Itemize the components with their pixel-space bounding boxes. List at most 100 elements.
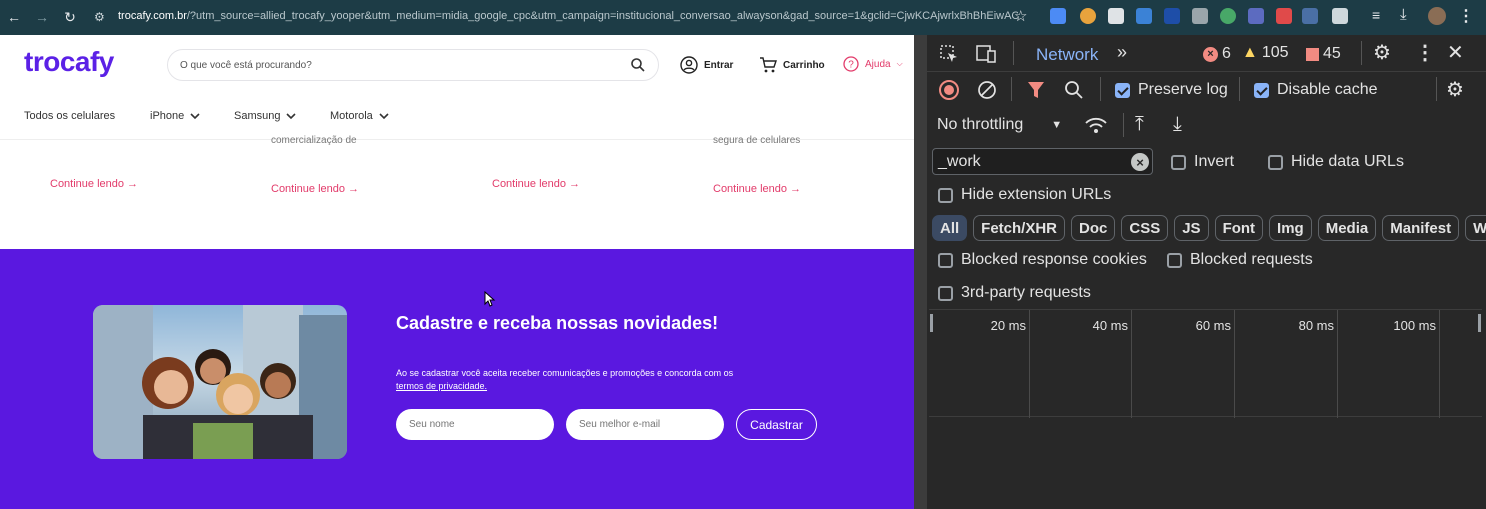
- hide-extension-row: Hide extension URLs: [927, 185, 1486, 207]
- extension-grid-icon[interactable]: [1108, 8, 1124, 24]
- download-icon[interactable]: ⤓: [1400, 6, 1407, 23]
- record-stop-icon[interactable]: [939, 80, 959, 100]
- menu-all-phones[interactable]: Todos os celulares: [24, 110, 115, 122]
- clear-filter-icon[interactable]: ×: [1131, 153, 1149, 171]
- type-filter-font[interactable]: Font: [1214, 215, 1264, 241]
- filter-input[interactable]: _work ×: [932, 148, 1153, 175]
- clear-log-icon[interactable]: [977, 80, 997, 100]
- extension-chrome-icon[interactable]: [1080, 8, 1096, 24]
- cart-button[interactable]: Carrinho: [759, 56, 825, 74]
- third-party-checkbox[interactable]: 3rd-party requests: [938, 284, 1091, 302]
- invert-checkbox[interactable]: Invert: [1171, 153, 1234, 171]
- site-info-icon[interactable]: ⚙: [94, 10, 105, 24]
- continue-reading-link[interactable]: Continue lendo →: [713, 183, 801, 195]
- type-filter-css[interactable]: CSS: [1121, 215, 1169, 241]
- type-filter-media[interactable]: Media: [1317, 215, 1377, 241]
- menu-iphone[interactable]: iPhone: [150, 110, 200, 122]
- hide-data-urls-checkbox[interactable]: Hide data URLs: [1268, 153, 1404, 171]
- extension-shield-icon[interactable]: [1276, 8, 1292, 24]
- extension-globe-icon[interactable]: [1220, 8, 1236, 24]
- timeline-right-handle[interactable]: [1478, 314, 1481, 332]
- url-path: /?utm_source=allied_trocafy_yooper&utm_m…: [186, 10, 1018, 22]
- forward-icon[interactable]: →: [30, 5, 54, 29]
- disable-cache-label: Disable cache: [1277, 81, 1378, 98]
- settings-gear-icon[interactable]: ⚙: [1373, 40, 1391, 65]
- search-icon[interactable]: [1064, 80, 1084, 100]
- subscribe-button[interactable]: Cadastrar: [736, 409, 817, 440]
- network-settings-icon[interactable]: ⚙: [1446, 77, 1464, 102]
- extensions-puzzle-icon[interactable]: [1332, 8, 1348, 24]
- checkbox-checked: [1254, 82, 1269, 98]
- inspect-element-icon[interactable]: [939, 44, 959, 64]
- site-logo[interactable]: trocafy: [24, 46, 114, 78]
- continue-reading-link[interactable]: Continue lendo →: [50, 178, 138, 190]
- blocked-cookies-checkbox[interactable]: Blocked response cookies: [938, 251, 1147, 269]
- disable-cache-checkbox[interactable]: Disable cache: [1254, 81, 1378, 99]
- bookmark-star-icon[interactable]: ☆: [1014, 7, 1027, 25]
- timeline-tick: 100 ms: [1393, 310, 1440, 418]
- browser-menu-icon[interactable]: ⋮: [1458, 6, 1474, 26]
- help-label: Ajuda: [865, 58, 891, 70]
- warning-count-badge[interactable]: ▲ 105: [1242, 44, 1289, 62]
- network-overview-timeline[interactable]: 20 ms 40 ms 60 ms 80 ms 100 ms: [929, 309, 1482, 418]
- type-filter-all[interactable]: All: [932, 215, 968, 241]
- type-filter-img[interactable]: Img: [1269, 215, 1312, 241]
- filter-value: _work: [938, 153, 981, 170]
- menu-motorola[interactable]: Motorola: [330, 110, 389, 122]
- import-har-icon[interactable]: ⤒: [1135, 113, 1144, 136]
- issues-count-badge[interactable]: 45: [1306, 45, 1341, 63]
- timeline-tick: 60 ms: [1196, 310, 1235, 418]
- profile-avatar[interactable]: [1428, 7, 1446, 25]
- checkbox-unchecked: [1167, 252, 1182, 268]
- device-toolbar-icon[interactable]: [975, 44, 997, 64]
- more-tabs-icon[interactable]: »: [1117, 42, 1127, 63]
- type-filter-js[interactable]: JS: [1174, 215, 1209, 241]
- devtools-splitter[interactable]: [914, 35, 927, 509]
- tick-label: 20 ms: [990, 318, 1026, 333]
- address-bar[interactable]: trocafy.com.br/?utm_source=allied_trocaf…: [118, 10, 1018, 22]
- preserve-log-checkbox[interactable]: Preserve log: [1115, 81, 1228, 99]
- name-field[interactable]: [396, 409, 554, 440]
- extension-calendar-icon[interactable]: [1302, 8, 1318, 24]
- type-filter-fetch-xhr[interactable]: Fetch/XHR: [973, 215, 1066, 241]
- tick-label: 100 ms: [1393, 318, 1436, 333]
- back-icon[interactable]: ←: [2, 5, 26, 29]
- search-icon[interactable]: [630, 57, 646, 73]
- login-button[interactable]: Entrar: [680, 56, 733, 74]
- customize-menu-icon[interactable]: ⋮: [1415, 40, 1435, 65]
- search-placeholder: O que você está procurando?: [180, 60, 312, 71]
- extension-pen-icon[interactable]: [1050, 8, 1066, 24]
- toolbar-separator: [1100, 77, 1101, 101]
- export-har-icon[interactable]: ⤓: [1173, 113, 1182, 136]
- extension-counter-icon[interactable]: [1248, 8, 1264, 24]
- timeline-left-handle[interactable]: [930, 314, 933, 332]
- type-filter-manifest[interactable]: Manifest: [1382, 215, 1460, 241]
- filter-icon[interactable]: [1027, 80, 1045, 100]
- extension-badge-icon[interactable]: [1164, 8, 1180, 24]
- reload-icon[interactable]: ↻: [58, 5, 82, 29]
- type-filter-doc[interactable]: Doc: [1071, 215, 1116, 241]
- extension-window-icon[interactable]: [1136, 8, 1152, 24]
- blocked-requests-checkbox[interactable]: Blocked requests: [1167, 251, 1313, 269]
- reading-list-icon[interactable]: ≡: [1372, 7, 1380, 23]
- network-conditions-icon[interactable]: [1084, 115, 1108, 137]
- extension-translate-icon[interactable]: [1192, 8, 1208, 24]
- blocked-requests-label: Blocked requests: [1190, 251, 1313, 268]
- tab-network[interactable]: Network: [1036, 45, 1098, 65]
- privacy-terms-link[interactable]: termos de privacidade.: [396, 381, 487, 391]
- help-button[interactable]: ? Ajuda ⌵: [843, 56, 903, 72]
- error-count-badge[interactable]: × 6: [1203, 45, 1231, 63]
- close-devtools-icon[interactable]: ✕: [1447, 40, 1464, 65]
- menu-samsung[interactable]: Samsung: [234, 110, 297, 122]
- newsletter-banner: Cadastre e receba nossas novidades! Ao s…: [0, 249, 914, 509]
- continue-reading-link[interactable]: Continue lendo →: [271, 183, 359, 195]
- cart-icon: [760, 57, 777, 73]
- throttling-select[interactable]: No throttling ▼: [937, 116, 1062, 134]
- hide-extension-urls-checkbox[interactable]: Hide extension URLs: [938, 186, 1111, 204]
- email-field[interactable]: [566, 409, 724, 440]
- type-filter-ws[interactable]: WS: [1465, 215, 1486, 241]
- search-input[interactable]: O que você está procurando?: [167, 49, 659, 81]
- timeline-tick: 20 ms: [991, 310, 1030, 418]
- checkbox-unchecked: [1171, 154, 1186, 170]
- continue-reading-link[interactable]: Continue lendo →: [492, 178, 580, 190]
